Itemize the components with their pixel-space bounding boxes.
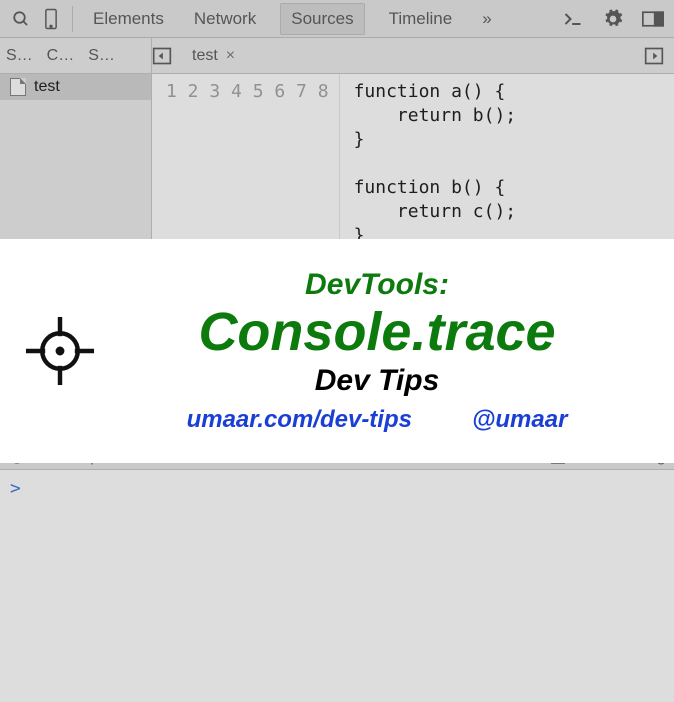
console-prompt: > [10,478,21,499]
tab-sources[interactable]: Sources [280,3,364,35]
file-tree-label: test [34,78,60,96]
crumb-0[interactable]: S… [6,47,33,65]
panel-tabs: Elements Network Sources Timeline » [87,3,498,35]
file-tab-label: test [192,47,218,65]
search-icon[interactable] [6,10,36,28]
target-icon [0,314,120,388]
title-card-overlay: DevTools: Console.trace Dev Tips umaar.c… [0,239,674,463]
tab-timeline[interactable]: Timeline [383,3,459,35]
sources-subbar: S… C… S… test × [0,38,674,74]
show-console-icon[interactable] [558,11,588,27]
tab-network[interactable]: Network [188,3,262,35]
file-tree-item[interactable]: test [0,74,151,100]
devtools-toolbar: Elements Network Sources Timeline » [0,0,674,38]
overlay-link-handle[interactable]: @umaar [472,406,567,433]
gear-icon[interactable] [598,9,628,29]
overlay-subtitle: Dev Tips [120,364,634,398]
navigator-crumbs: S… C… S… [0,38,152,73]
console-output[interactable]: > [0,470,674,702]
file-icon [10,78,26,96]
crumb-2[interactable]: S… [88,47,115,65]
device-mode-icon[interactable] [36,8,66,30]
close-icon[interactable]: × [226,47,235,65]
crumb-1[interactable]: C… [47,47,75,65]
more-tabs-icon[interactable]: » [476,3,497,35]
tab-elements[interactable]: Elements [87,3,170,35]
overlay-title-2: Console.trace [120,304,634,361]
show-debugger-icon[interactable] [644,46,674,66]
overlay-link-site[interactable]: umaar.com/dev-tips [187,406,412,433]
nav-back-icon[interactable] [152,46,178,66]
overlay-title-1: DevTools: [120,268,634,302]
toolbar-separator [72,6,73,32]
file-tab[interactable]: test × [186,47,241,65]
dock-icon[interactable] [638,11,668,27]
